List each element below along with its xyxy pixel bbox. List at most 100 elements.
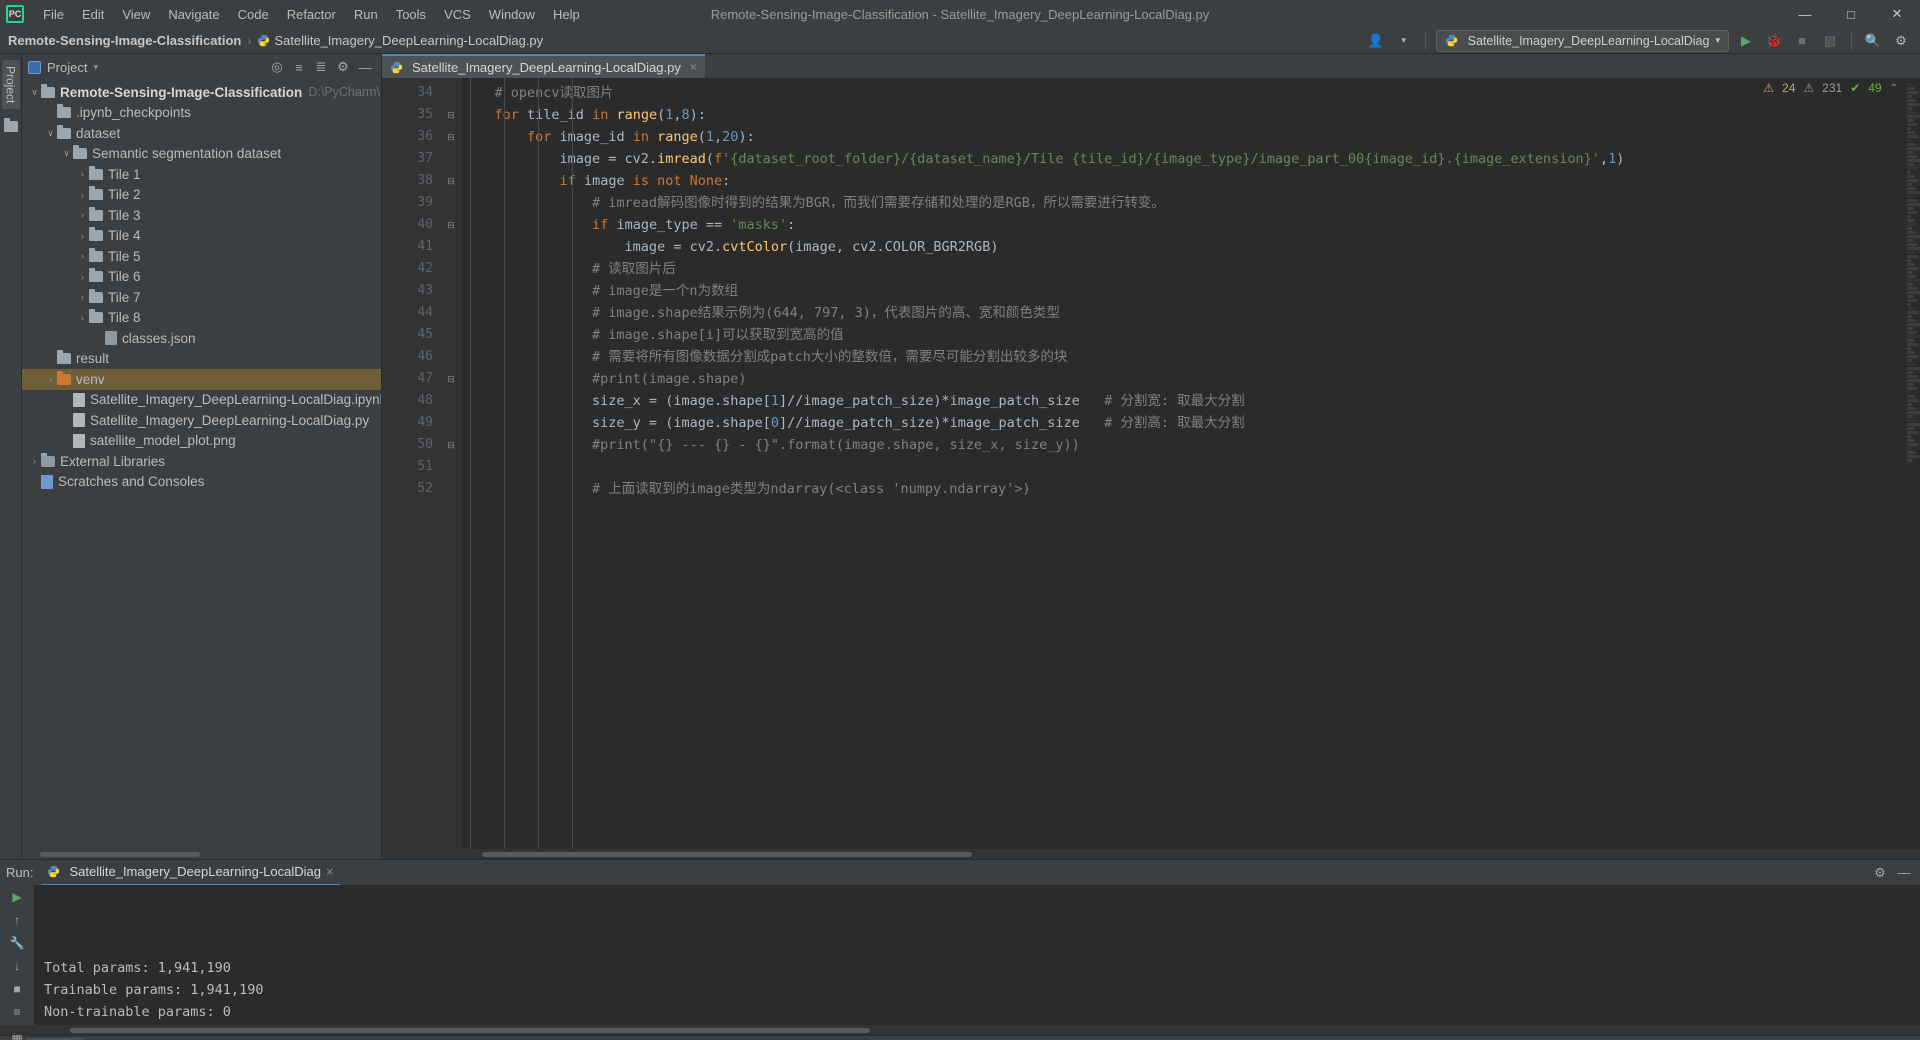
run-hide-icon[interactable]: —	[1894, 863, 1914, 883]
code-line[interactable]: # 上面读取到的image类型为ndarray(<class 'numpy.nd…	[462, 478, 1904, 500]
tree-row[interactable]: › Tile 5	[22, 246, 381, 267]
chevron-right-icon[interactable]: ›	[76, 251, 89, 261]
code-line[interactable]: #print("{} --- {} - {}".format(image.sha…	[462, 434, 1904, 456]
project-horizontal-scrollbar[interactable]	[22, 849, 381, 859]
debug-button[interactable]: 🐞	[1763, 30, 1785, 52]
code-line[interactable]: # imread解码图像时得到的结果为BGR，而我们需要存储和处理的是RGB，所…	[462, 192, 1904, 214]
chevron-right-icon[interactable]: ›	[76, 190, 89, 200]
console-horizontal-scrollbar[interactable]	[0, 1025, 1920, 1035]
close-button[interactable]: ✕	[1874, 0, 1920, 28]
code-line[interactable]: for tile_id in range(1,8):	[462, 104, 1904, 126]
search-icon[interactable]: 🔍	[1862, 30, 1884, 52]
tree-row[interactable]: ∨ dataset	[22, 123, 381, 144]
tree-row[interactable]: › Tile 6	[22, 267, 381, 288]
editor-tab-satellite-py[interactable]: Satellite_Imagery_DeepLearning-LocalDiag…	[382, 54, 705, 78]
chevron-down-icon[interactable]: ∨	[44, 128, 57, 139]
chevron-right-icon[interactable]: ›	[76, 210, 89, 220]
menu-item-view[interactable]: View	[113, 3, 159, 26]
menu-item-refactor[interactable]: Refactor	[278, 3, 345, 26]
tree-row[interactable]: › Tile 4	[22, 226, 381, 247]
menu-item-help[interactable]: Help	[544, 3, 589, 26]
run-configuration-dropdown-icon[interactable]: ▾	[1715, 35, 1720, 46]
scroll-up-icon[interactable]: ↑	[7, 913, 27, 927]
tree-row[interactable]: result	[22, 349, 381, 370]
fold-marker-icon[interactable]: ⊟	[440, 434, 462, 456]
fold-marker-icon[interactable]: ⊟	[440, 170, 462, 192]
tree-row[interactable]: Satellite_Imagery_DeepLearning-LocalDiag…	[22, 390, 381, 411]
run-session-close-icon[interactable]: ×	[326, 864, 334, 879]
console-output[interactable]: Total params: 1,941,190 Trainable params:…	[34, 885, 1920, 1025]
collapse-all-icon[interactable]: ≣	[311, 57, 331, 77]
code-folding-column[interactable]: ⊟ ⊟ ⊟ ⊟ ⊟ ⊟	[440, 78, 462, 849]
code-line[interactable]: if image is not None:	[462, 170, 1904, 192]
minimize-button[interactable]: —	[1782, 0, 1828, 28]
user-dropdown-icon[interactable]: ▾	[1393, 30, 1415, 52]
tree-row[interactable]: › Tile 7	[22, 287, 381, 308]
breadcrumb-file[interactable]: Satellite_Imagery_DeepLearning-LocalDiag…	[274, 33, 543, 48]
project-tree[interactable]: ∨ Remote-Sensing-Image-Classification D:\P…	[22, 80, 381, 849]
chevron-right-icon[interactable]: ›	[76, 272, 89, 282]
menu-item-window[interactable]: Window	[480, 3, 544, 26]
chevron-right-icon[interactable]: ›	[28, 456, 41, 466]
code-editor[interactable]: 34 35 36 37 38 39 40 41 42 43 44 45 46 47 48 49 50 51 52 ⊟…	[382, 78, 1920, 849]
run-settings-gear-icon[interactable]: ⚙	[1870, 863, 1890, 883]
menu-item-tools[interactable]: Tools	[387, 3, 435, 26]
run-session-tab[interactable]: Satellite_Imagery_DeepLearning-LocalDiag…	[41, 860, 340, 886]
structure-strip-icon[interactable]	[3, 118, 18, 133]
code-line[interactable]: if image_type == 'masks':	[462, 214, 1904, 236]
code-content[interactable]: # opencv读取图片 for tile_id in range(1,8): …	[462, 78, 1904, 849]
tree-row[interactable]: ∨ Semantic segmentation dataset	[22, 144, 381, 165]
maximize-button[interactable]: □	[1828, 0, 1874, 28]
menu-item-run[interactable]: Run	[345, 3, 387, 26]
project-view-dropdown-icon[interactable]: ▾	[93, 62, 98, 73]
sidebar-tab-project[interactable]: Project	[1, 60, 20, 110]
code-line[interactable]: size_y = (image.shape[0]//image_patch_si…	[462, 412, 1904, 434]
stop-icon[interactable]: ■	[7, 982, 27, 996]
tree-row[interactable]: › venv	[22, 369, 381, 390]
project-gear-icon[interactable]: ⚙	[333, 57, 353, 77]
tree-row[interactable]: › Tile 2	[22, 185, 381, 206]
code-line[interactable]: image = cv2.cvtColor(image, cv2.COLOR_BG…	[462, 236, 1904, 258]
code-line[interactable]: #print(image.shape)	[462, 368, 1904, 390]
menu-bar[interactable]: File Edit View Navigate Code Refactor Ru…	[34, 3, 589, 26]
tree-row[interactable]: Scratches and Consoles	[22, 472, 381, 493]
menu-item-code[interactable]: Code	[229, 3, 278, 26]
code-line[interactable]: # image.shape[i]可以获取到宽高的值	[462, 324, 1904, 346]
fold-marker-icon[interactable]: ⊟	[440, 368, 462, 390]
run-configuration-selector[interactable]: Satellite_Imagery_DeepLearning-LocalDiag…	[1435, 29, 1729, 52]
stop-button[interactable]: ■	[1791, 30, 1813, 52]
tree-row[interactable]: Satellite_Imagery_DeepLearning-LocalDiag…	[22, 410, 381, 431]
settings-gear-icon[interactable]: ⚙	[1890, 30, 1912, 52]
tree-row[interactable]: › External Libraries	[22, 451, 381, 472]
hide-panel-icon[interactable]: —	[355, 57, 375, 77]
menu-item-edit[interactable]: Edit	[73, 3, 113, 26]
code-line[interactable]: # 读取图片后	[462, 258, 1904, 280]
chevron-down-icon[interactable]: ∨	[28, 87, 41, 98]
code-line[interactable]: # 需要将所有图像数据分割成patch大小的整数倍，需要尽可能分割出较多的块	[462, 346, 1904, 368]
fold-marker-icon[interactable]: ⊟	[440, 214, 462, 236]
scroll-down-icon[interactable]: ↓	[7, 959, 27, 973]
code-line[interactable]: # opencv读取图片	[462, 82, 1904, 104]
tree-row[interactable]: classes.json	[22, 328, 381, 349]
chevron-right-icon[interactable]: ›	[76, 231, 89, 241]
expand-all-icon[interactable]: ≡	[289, 57, 309, 77]
rerun-icon[interactable]: ▶	[7, 890, 27, 904]
run-button[interactable]: ▶	[1735, 30, 1757, 52]
fold-marker-icon[interactable]: ⊟	[440, 104, 462, 126]
inspection-caret-icon[interactable]: ⌃	[1890, 83, 1898, 94]
chevron-right-icon[interactable]: ›	[76, 169, 89, 179]
code-line[interactable]	[462, 456, 1904, 478]
breadcrumb-project[interactable]: Remote-Sensing-Image-Classification	[8, 33, 241, 48]
code-line[interactable]: # image是一个n为数组	[462, 280, 1904, 302]
code-minimap-scrollbar[interactable]	[1904, 78, 1920, 849]
menu-item-vcs[interactable]: VCS	[435, 3, 480, 26]
tree-row[interactable]: satellite_model_plot.png	[22, 431, 381, 452]
chevron-right-icon[interactable]: ›	[76, 313, 89, 323]
window-controls[interactable]: — □ ✕	[1782, 0, 1920, 28]
tree-row[interactable]: .ipynb_checkpoints	[22, 103, 381, 124]
chevron-right-icon[interactable]: ›	[76, 292, 89, 302]
code-line[interactable]: for image_id in range(1,20):	[462, 126, 1904, 148]
tree-row[interactable]: › Tile 1	[22, 164, 381, 185]
editor-tab-close-icon[interactable]: ×	[690, 60, 697, 74]
code-line[interactable]: size_x = (image.shape[1]//image_patch_si…	[462, 390, 1904, 412]
